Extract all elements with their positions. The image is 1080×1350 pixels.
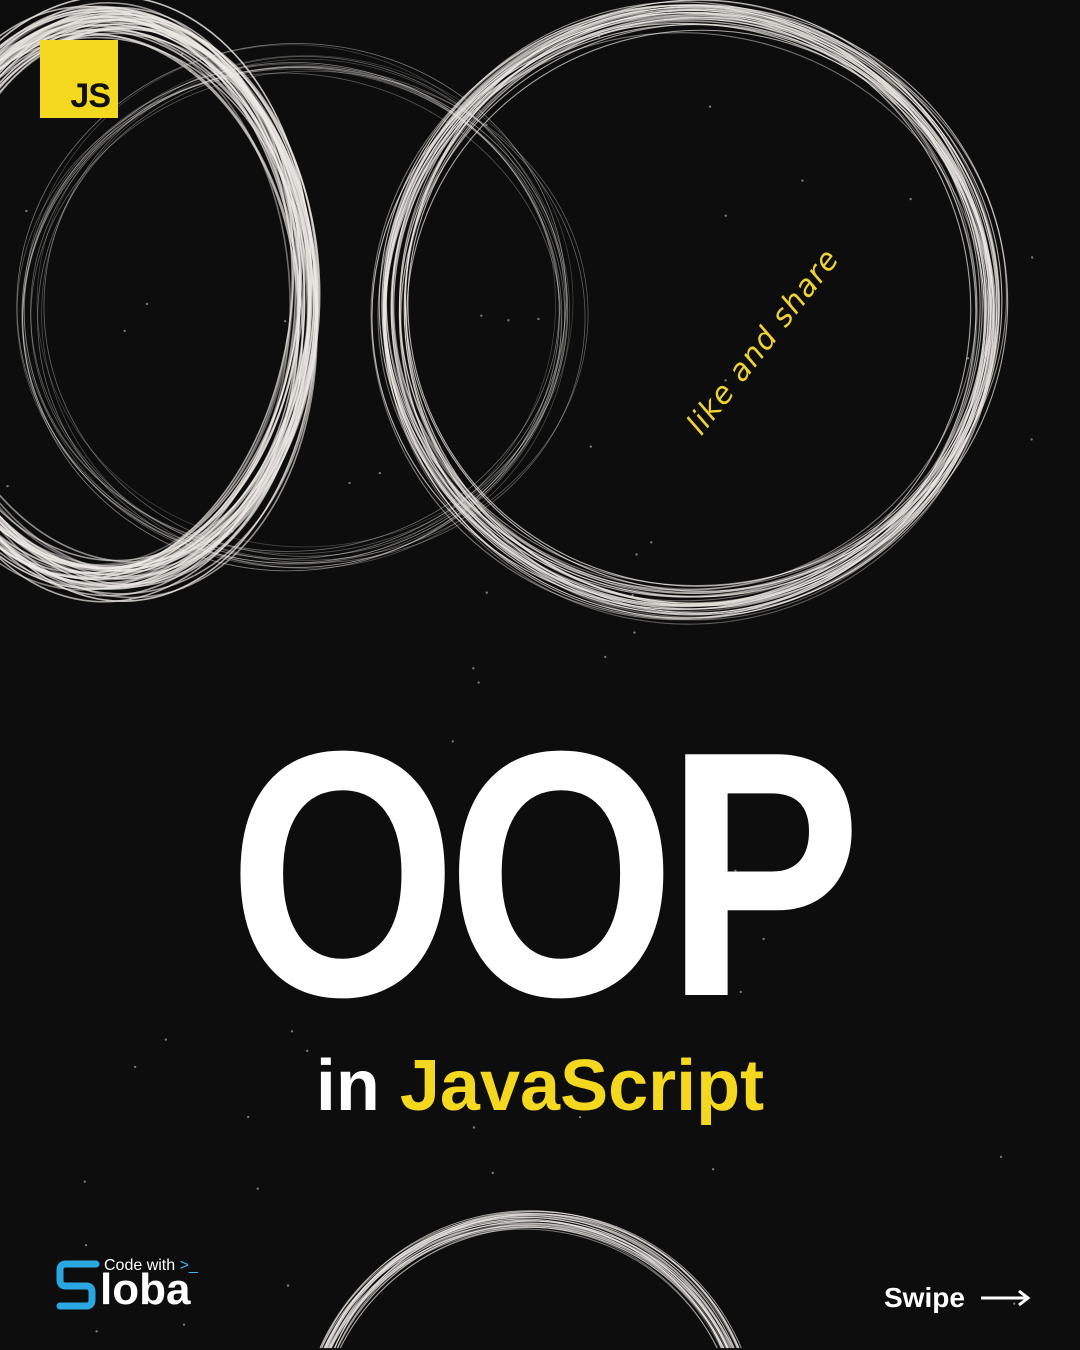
star-dot: [507, 319, 510, 322]
star-dot: [378, 471, 382, 475]
wire-ring-stroke: [329, 1224, 725, 1349]
star-dot: [801, 179, 804, 182]
post-canvas: JS like and share OOP in JavaScript Code…: [0, 0, 1080, 1350]
wire-ring-stroke: [370, 7, 993, 621]
star-dot: [711, 1168, 715, 1171]
star-dot: [25, 209, 28, 213]
star-dot: [84, 1243, 88, 1247]
wire-ring-stroke: [326, 1219, 723, 1349]
wire-ring-stroke: [383, 12, 1000, 595]
wire-ring-stroke: [323, 1222, 725, 1349]
star-dot: [650, 541, 653, 544]
subtitle-accent: JavaScript: [399, 1046, 765, 1126]
subtitle-prefix: in: [315, 1046, 380, 1126]
star-dot: [283, 319, 287, 323]
brand-logo: Code with >_ loba: [56, 1256, 216, 1316]
wire-ring-stroke: [330, 1224, 727, 1349]
brand-mark-icon: [56, 1260, 100, 1310]
wire-rings-decoration: [0, 0, 1034, 1349]
wire-ring-stroke: [329, 1226, 718, 1349]
wire-ring-stroke: [324, 1218, 722, 1349]
star-dot: [472, 1126, 476, 1129]
headline-title: OOP: [228, 679, 861, 1070]
star-dot: [999, 1155, 1003, 1159]
star-dot: [708, 105, 712, 108]
star-dot: [631, 593, 634, 597]
star-dot: [123, 329, 126, 333]
star-dot: [635, 553, 638, 556]
js-logo-badge: JS: [40, 40, 118, 118]
wire-ring-stroke: [21, 63, 566, 568]
star-dot: [480, 314, 483, 317]
js-logo-text: JS: [70, 77, 111, 115]
wire-ring-stroke: [330, 1228, 718, 1349]
star-dot: [589, 445, 593, 448]
wire-ring-stroke: [333, 1222, 728, 1349]
star-dot: [537, 317, 540, 321]
star-dot: [1030, 256, 1034, 259]
star-dot: [95, 1330, 98, 1333]
wire-ring-stroke: [391, 13, 1008, 587]
wire-ring-stroke: [339, 1227, 729, 1349]
wire-ring-stroke: [327, 1215, 732, 1349]
headline-subtitle: in JavaScript: [0, 1050, 1080, 1122]
brand-name: loba: [100, 1265, 191, 1314]
wire-ring-stroke: [383, 9, 1000, 604]
star-dot: [182, 1323, 186, 1326]
star-dot: [256, 1187, 259, 1190]
arrow-right-icon: [980, 1289, 1031, 1307]
star-dot: [348, 481, 351, 485]
star-dot: [491, 1171, 494, 1175]
wire-ring-stroke: [328, 1220, 734, 1349]
wire-ring-stroke: [385, 24, 994, 598]
wire-ring-stroke: [328, 1225, 722, 1349]
star-dot: [604, 655, 607, 659]
star-dot: [145, 302, 149, 306]
star-dot: [633, 631, 636, 634]
star-dot: [286, 1284, 290, 1287]
star-dot: [472, 667, 475, 670]
wire-ring-stroke: [330, 1226, 724, 1349]
star-dot: [724, 214, 727, 217]
wire-ring-stroke: [336, 1223, 729, 1349]
star-dot: [909, 197, 912, 201]
star-dot: [485, 591, 488, 594]
star-dot: [83, 1180, 87, 1183]
swipe-hint[interactable]: Swipe: [884, 1282, 1031, 1314]
star-dot: [6, 484, 9, 488]
star-dot: [1030, 438, 1033, 441]
swipe-label: Swipe: [884, 1282, 965, 1313]
